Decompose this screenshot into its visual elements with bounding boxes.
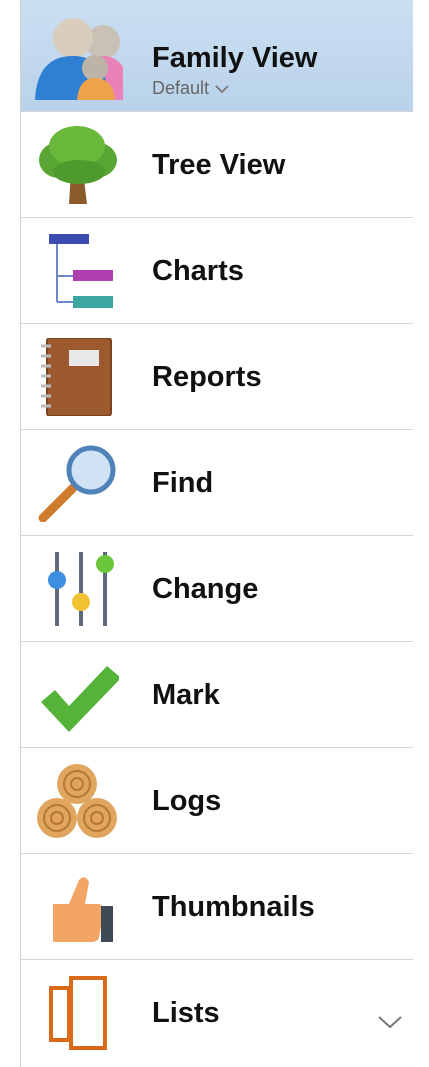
sidebar-item-label: Tree View [152,149,286,181]
sidebar-item-reports[interactable]: Reports [21,324,413,430]
sidebar-item-change[interactable]: Change [21,536,413,642]
sidebar-item-label: Find [152,467,214,499]
sidebar-item-charts[interactable]: Charts [21,218,413,324]
chevron-down-icon [214,78,230,98]
sidebar-item-label: Thumbnails [152,891,315,923]
sidebar-item-label: Charts [152,255,244,287]
sliders-icon [35,550,119,628]
notebook-icon [35,338,119,416]
thumbs-up-icon [35,868,119,946]
sidebar-item-family-view[interactable]: Family View Default [21,0,413,112]
sidebar-item-tree-view[interactable]: Tree View [21,112,413,218]
charts-icon [35,232,119,310]
sidebar-item-thumbnails[interactable]: Thumbnails [21,854,413,960]
sidebar-item-mark[interactable]: Mark [21,642,413,748]
view-selector[interactable]: Default [152,78,230,99]
sidebar-item-logs[interactable]: Logs [21,748,413,854]
checkmark-icon [35,656,119,734]
family-icon [33,12,123,102]
view-selector-label: Default [152,78,210,98]
sidebar-item-label: Family View [152,42,318,74]
sidebar-item-label: Change [152,573,259,605]
chevron-down-icon[interactable] [375,1012,405,1032]
lists-icon [35,974,119,1052]
sidebar-item-label: Reports [152,361,262,393]
logs-icon [35,762,119,840]
magnifier-icon [35,444,119,522]
tree-icon [35,126,119,204]
sidebar-item-lists[interactable]: Lists [21,960,413,1066]
sidebar-item-find[interactable]: Find [21,430,413,536]
sidebar: Family View Default Tree View Charts Rep… [20,0,413,1067]
sidebar-item-label: Lists [152,997,220,1029]
sidebar-item-label: Logs [152,785,222,817]
sidebar-item-label: Mark [152,679,220,711]
